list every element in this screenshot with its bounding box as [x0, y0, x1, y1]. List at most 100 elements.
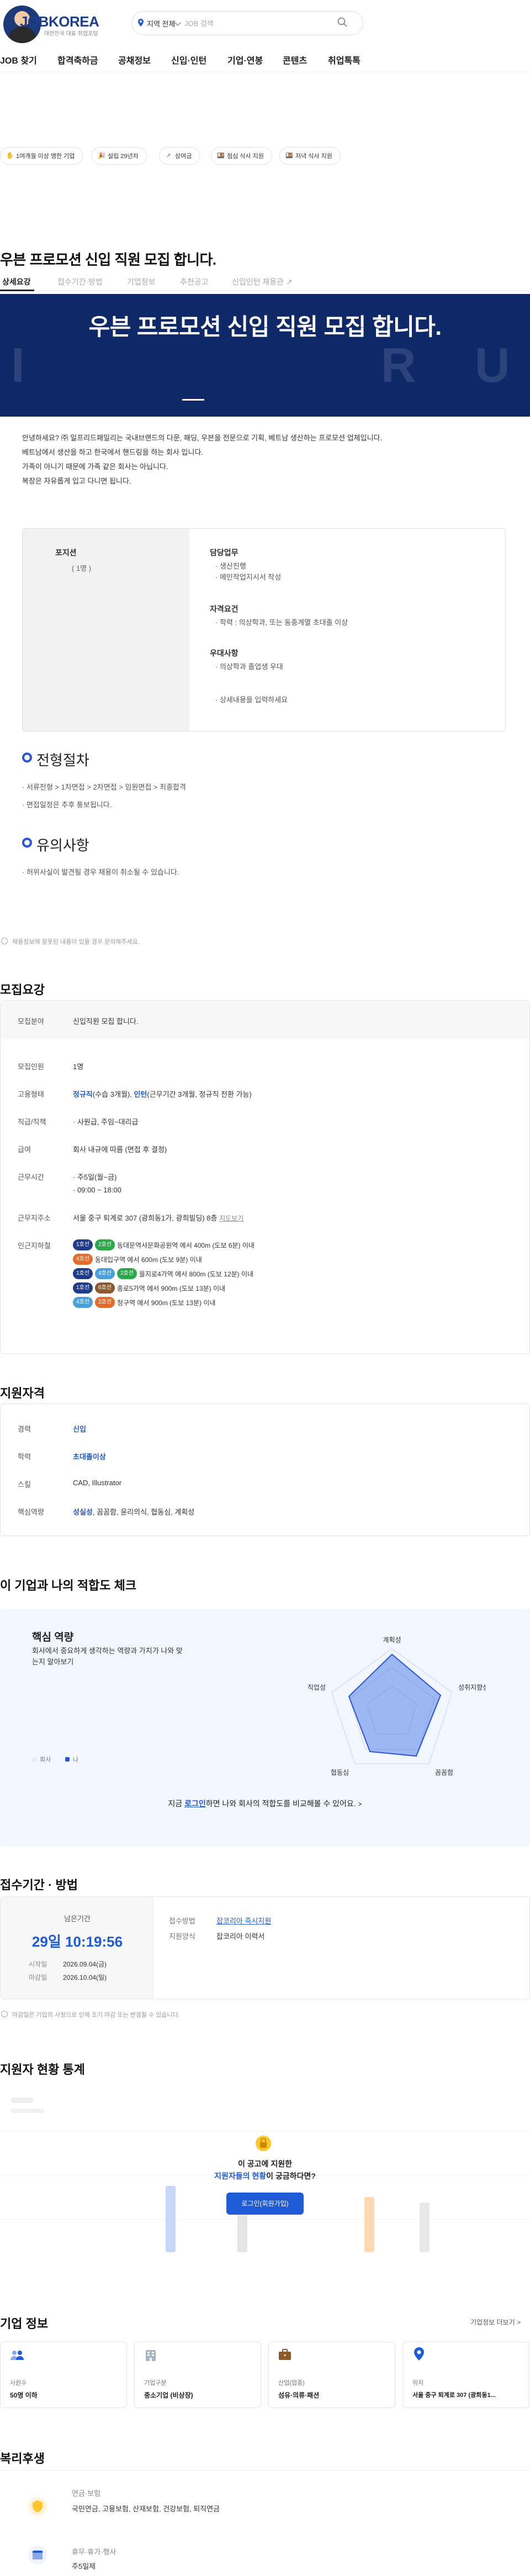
welfare-key: 휴무·휴가·행사 — [72, 2548, 116, 2556]
radar-axis-label: 협동심 — [331, 1769, 349, 1776]
apply-title: 접수기간 · 방법 — [0, 1878, 78, 1892]
search-input[interactable] — [184, 17, 328, 30]
tab-company-info[interactable]: 기업정보 — [127, 276, 156, 287]
requirement-item: · 학력 : 의상학과, 또는 동종계열 초대졸 이상 — [215, 618, 348, 627]
nav-contents[interactable]: 콘텐츠 — [283, 53, 307, 66]
core-value: 성실성, 꼼꼼함, 윤리의식, 협동심, 계획성 — [73, 1508, 195, 1516]
info-icon — [1, 938, 8, 944]
remain-label: 남은기간 — [64, 1915, 91, 1923]
headcount-label: 모집인원 — [18, 1063, 44, 1071]
subway-line-badge: 4호선 — [73, 1254, 93, 1265]
edu-label: 학력 — [18, 1453, 31, 1461]
banner-decoration: R — [381, 338, 416, 392]
preference-heading: 우대사항 — [210, 649, 239, 658]
station-text: 종로5가역 에서 900m (도보 13분) 이내 — [116, 1284, 226, 1292]
position-name: 포지션 — [55, 548, 77, 557]
subway-line-badge: 4호선 — [73, 1297, 93, 1308]
fit-desc: 회사에서 중요하게 생각하는 역량과 가치가 나와 맞는지 알아보기 — [32, 1647, 183, 1666]
company-card-key: 기업구분 — [144, 2380, 167, 2386]
radar-axis-label: 직업성 — [308, 1684, 326, 1691]
nav-company-salary[interactable]: 기업·연봉 — [227, 53, 263, 66]
hours-value: · 09:00 ~ 18:00 — [73, 1186, 121, 1194]
skill-value: CAD, Illustrator — [73, 1479, 122, 1487]
page-title: 우븐 프로모션 신입 직원 모집 합니다. — [0, 251, 216, 268]
logo-text[interactable]: JOBKOREA — [20, 13, 99, 30]
subway-line-badge: 2호선 — [94, 1239, 115, 1250]
fit-title: 이 기업과 나의 적합도 체크 — [0, 1579, 137, 1592]
fit-radar-chart: 계획성 성취지향성 꼼꼼함 협동심 직업성 — [308, 1636, 486, 1776]
stats-blurred-chart — [0, 2086, 530, 2291]
nav-talk[interactable]: 취업톡톡 — [328, 53, 361, 66]
nav-public-recruit[interactable]: 공채정보 — [118, 53, 151, 66]
hand-icon: ✋ — [6, 153, 14, 159]
section-bullet-icon — [22, 838, 32, 848]
welfare-title: 복리후생 — [0, 2452, 45, 2465]
radar-axis-label: 꼼꼼함 — [435, 1769, 453, 1776]
party-icon: 🎉 — [98, 153, 105, 159]
headcount-value: 1명 — [73, 1063, 84, 1071]
station-row: 1호선 2호선 동대문역사문화공원역 에서 400m (도보 6분) 이내 — [73, 1238, 459, 1252]
tab-apply-period[interactable]: 접수기간·방법 — [57, 276, 103, 287]
nav-congrats[interactable]: 합격축하금 — [57, 53, 98, 66]
tab-detail[interactable]: 상세요강 — [2, 276, 31, 287]
fit-login-cta[interactable]: 지금 로그인하면 나와 회사의 적합도를 비교해볼 수 있어요. > — [0, 1798, 530, 1809]
building-icon — [146, 2350, 156, 2361]
location-select[interactable]: 지역 전체 — [147, 18, 175, 29]
report-note[interactable]: 채용정보에 잘못된 내용이 있을 경우 문의해주세요. — [12, 937, 140, 946]
end-label: 마감일 — [29, 1974, 47, 1981]
company-card-value: 50명 이하 — [10, 2391, 38, 2399]
nav-job-search[interactable]: JOB 찾기 — [0, 53, 37, 66]
edu-value: 초대졸이상 — [73, 1453, 106, 1461]
trend-up-icon: ↗ — [166, 153, 171, 159]
tab-intern-hall[interactable]: 신입인턴 채용관 ↗ — [232, 276, 293, 287]
company-card-key: 사원수 — [10, 2380, 27, 2386]
search-icon[interactable] — [337, 17, 348, 28]
preference-item: · 의상학과 졸업생 우대 — [215, 663, 283, 671]
field-value: 신입직원 모집 합니다. — [73, 1017, 139, 1026]
tag-chip[interactable]: 🎉 설립 29년차 — [92, 147, 147, 165]
info-icon — [1, 2011, 8, 2017]
method-value[interactable]: 잡코리아 즉시지원 — [216, 1915, 271, 1926]
station-text: 동대문역사문화공원역 에서 400m (도보 6분) 이내 — [116, 1241, 255, 1249]
hours-value: · 주5일(월~금) — [73, 1173, 117, 1181]
company-card-key: 산업(업종) — [278, 2380, 305, 2386]
map-link[interactable]: 지도보기 — [219, 1215, 243, 1222]
tag-chip[interactable]: ✋ 1여개월 이상 맹한 기업 — [0, 147, 83, 165]
tag-chip[interactable]: 🍱 저녁 식사 지원 — [279, 147, 341, 165]
rank-label: 직급/직책 — [18, 1118, 46, 1126]
tab-recommended[interactable]: 추천공고 — [180, 276, 209, 287]
tab-active-indicator — [0, 290, 34, 291]
login-button[interactable]: 로그인(회원가입) — [226, 2193, 304, 2215]
shield-icon — [28, 2497, 47, 2516]
lunchbox-icon: 🍱 — [217, 153, 225, 159]
company-card-value: 섬유·의류·패션 — [278, 2391, 320, 2399]
banner-decoration: I — [11, 338, 25, 392]
lock-icon — [255, 2135, 272, 2152]
legend-me: 나 — [65, 1755, 78, 1764]
briefcase-icon — [279, 2349, 291, 2360]
emp-type-label: 고용형태 — [18, 1090, 44, 1098]
end-value: 2026.10.04(일) — [63, 1974, 107, 1981]
caution-line: · 허위사실이 발견될 경우 채용이 취소될 수 있습니다. — [22, 868, 179, 876]
start-value: 2026.09.04(금) — [63, 1960, 107, 1968]
duty-item: · 메인작업지시서 작성 — [215, 573, 282, 581]
station-row: 4호선 동대입구역 에서 600m (도보 9분) 이내 — [73, 1252, 459, 1266]
lunchbox-icon: 🍱 — [285, 153, 293, 159]
station-text: 청구역 에서 900m (도보 13분) 이내 — [116, 1298, 216, 1307]
nav-intern[interactable]: 신입·인턴 — [171, 53, 206, 66]
radar-axis-label: 성취지향성 — [458, 1684, 486, 1691]
subway-line-badge: 4호선 — [94, 1268, 115, 1279]
banner-title: 우븐 프로모션 신입 직원 모집 합니다. — [88, 314, 442, 340]
company-more-link[interactable]: 기업정보 더보기 > — [470, 2317, 521, 2327]
start-label: 시작일 — [29, 1960, 47, 1968]
caution-title: 유의사항 — [36, 837, 89, 854]
tag-chip[interactable]: ↗ 상여금 — [159, 147, 200, 165]
login-link[interactable]: 로그인 — [184, 1799, 206, 1808]
salary-value: 회사 내규에 따름 (면접 후 결정) — [73, 1145, 167, 1154]
tag-chip[interactable]: 🍱 점심 식사 지원 — [211, 147, 272, 165]
station-row: 1호선 4호선 2호선 을지로4가역 에서 800m (도보 12분) 이내 — [73, 1266, 459, 1281]
stats-overlay-line2: 지원자들의 현황이 궁금하다면? — [214, 2172, 316, 2180]
location-pin-icon — [138, 19, 144, 27]
welfare-key: 연금·보험 — [72, 2489, 101, 2498]
welfare-value: 국민연금, 고용보험, 산재보험, 건강보험, 퇴직연금 — [72, 2505, 220, 2513]
